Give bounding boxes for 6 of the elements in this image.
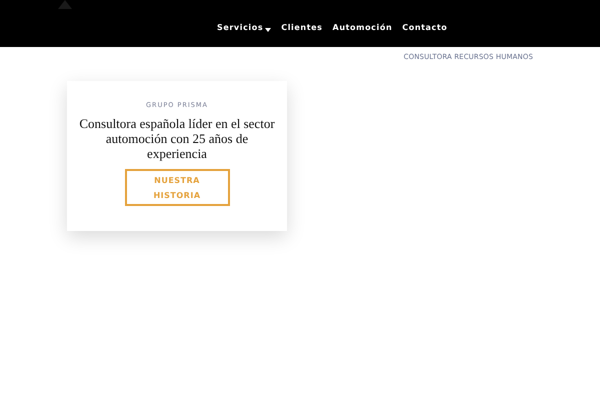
nav-link[interactable]: Clientes [281,23,323,32]
nav-link[interactable]: Servicios [217,23,272,32]
logo-icon [58,0,72,9]
nav-link[interactable]: Contacto [402,23,448,32]
card-heading: Consultora española líder en el sector automoción con 25 años de experiencia [78,116,276,161]
nav-link[interactable]: Automoción [332,23,392,32]
